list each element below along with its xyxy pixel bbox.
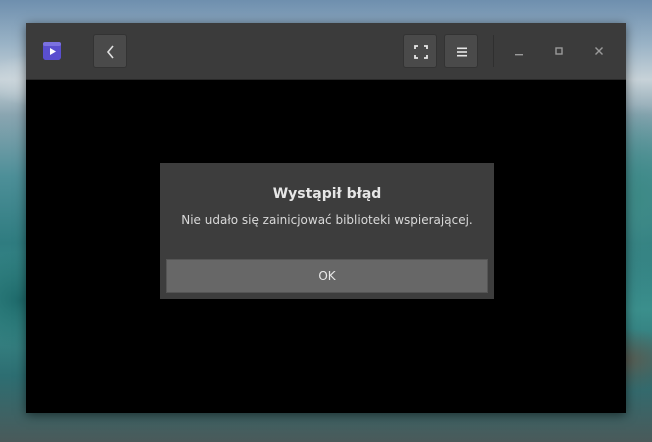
hamburger-menu-icon xyxy=(457,47,467,57)
fullscreen-button[interactable] xyxy=(403,34,437,68)
header-separator xyxy=(493,35,494,67)
close-icon xyxy=(595,47,603,55)
dialog-title: Wystąpił błąd xyxy=(272,186,382,202)
fullscreen-icon xyxy=(414,45,428,59)
minimize-button[interactable] xyxy=(507,39,531,63)
application-window: Wystąpił błąd Nie udało się zainicjować … xyxy=(26,23,626,413)
back-button[interactable] xyxy=(93,34,127,68)
error-dialog: Wystąpił błąd Nie udało się zainicjować … xyxy=(160,163,494,299)
minimize-icon xyxy=(515,54,523,56)
video-player-icon xyxy=(43,42,61,60)
header-bar xyxy=(26,23,626,80)
maximize-icon xyxy=(555,47,563,55)
maximize-button[interactable] xyxy=(547,39,571,63)
close-button[interactable] xyxy=(587,39,611,63)
main-menu-button[interactable] xyxy=(444,34,478,68)
dialog-message: Nie udało się zainicjować biblioteki wsp… xyxy=(181,213,473,227)
chevron-left-icon xyxy=(106,45,114,59)
ok-button[interactable]: OK xyxy=(166,259,488,293)
